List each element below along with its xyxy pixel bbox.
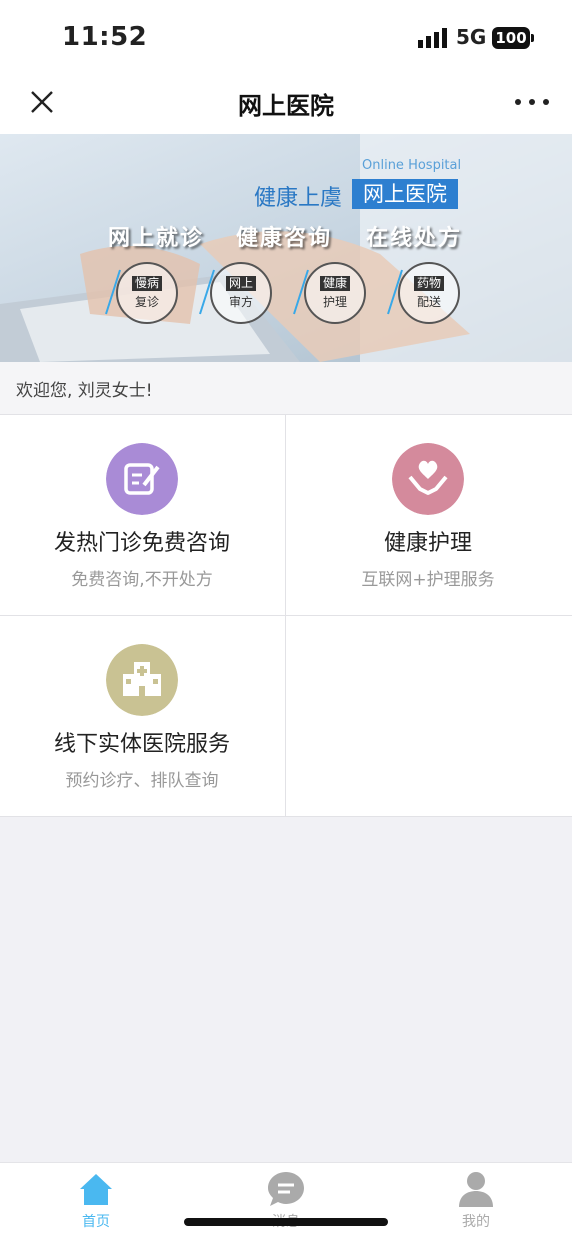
service-fever-consult[interactable]: 发热门诊免费咨询 免费咨询,不开处方 [0, 415, 284, 615]
feature-badge: 网上 审方 [210, 262, 272, 324]
slash-decoration-icon [387, 269, 403, 315]
feature-badge-label: 药物 [413, 276, 444, 291]
banner-brand: 健康上虞 [254, 186, 343, 211]
home-icon [80, 1174, 112, 1205]
service-title: 发热门诊免费咨询 [53, 531, 230, 556]
banner-slogan: 健康咨询 [236, 226, 333, 251]
heart-hands-icon [392, 443, 464, 515]
slash-decoration-icon [199, 269, 215, 315]
edit-note-icon [106, 443, 178, 515]
user-icon [459, 1172, 493, 1207]
feature-badge: 健康 护理 [304, 262, 366, 324]
status-time: 11:52 [62, 22, 148, 52]
tab-label: 首页 [82, 1214, 110, 1230]
feature-badge-sublabel: 复诊 [134, 295, 159, 309]
service-subtitle: 互联网+护理服务 [361, 570, 495, 590]
tab-bar: 首页 消息 我的 [0, 1162, 572, 1239]
welcome-text: 欢迎您, 刘灵女士! [16, 381, 153, 401]
banner-slogan: 在线处方 [366, 226, 463, 251]
service-subtitle: 预约诊疗、排队查询 [65, 771, 219, 791]
service-health-care[interactable]: 健康护理 互联网+护理服务 [286, 415, 570, 615]
banner-slogan: 网上就诊 [108, 226, 205, 251]
page-title: 网上医院 [238, 92, 334, 120]
feature-badge-sublabel: 护理 [322, 295, 347, 309]
service-title: 健康护理 [383, 531, 472, 556]
banner-subtitle-en: Online Hospital [362, 158, 462, 173]
feature-badge-sublabel: 配送 [416, 295, 441, 309]
status-bar: 11:52 5G 100 [0, 0, 572, 76]
battery-tip [531, 34, 534, 42]
tab-home[interactable]: 首页 [36, 1169, 156, 1231]
hospital-building-icon [106, 644, 178, 716]
network-type: 5G [456, 25, 487, 49]
battery-icon: 100 [492, 27, 530, 49]
tab-label: 我的 [462, 1214, 490, 1230]
feature-badge-label: 网上 [225, 276, 256, 291]
feature-badge: 慢病 复诊 [116, 262, 178, 324]
feature-badge: 药物 配送 [398, 262, 460, 324]
service-offline-hospital[interactable]: 线下实体医院服务 预约诊疗、排队查询 [0, 616, 284, 816]
feature-badge-label: 慢病 [131, 276, 162, 291]
grid-divider [0, 816, 572, 817]
feature-badge-label: 健康 [319, 276, 350, 291]
grid-divider [0, 615, 572, 616]
welcome-bar: 欢迎您, 刘灵女士! [0, 362, 572, 415]
service-subtitle: 免费咨询,不开处方 [71, 570, 213, 590]
slash-decoration-icon [293, 269, 309, 315]
banner-badge: 网上医院 [352, 179, 458, 209]
service-title: 线下实体医院服务 [53, 732, 230, 757]
chat-icon [268, 1172, 304, 1206]
more-icon[interactable] [512, 96, 552, 108]
service-grid: 发热门诊免费咨询 免费咨询,不开处方 健康护理 互联网+护理服务 线下实体医院服… [0, 415, 572, 817]
feature-badge-sublabel: 审方 [228, 295, 253, 309]
grid-divider [285, 415, 286, 817]
signal-icon [418, 28, 447, 48]
promo-banner[interactable]: Online Hospital 健康上虞 网上医院 网上就诊 健康咨询 在线处方… [0, 134, 572, 362]
home-indicator[interactable] [184, 1218, 388, 1226]
tab-profile[interactable]: 我的 [416, 1169, 536, 1231]
slash-decoration-icon [105, 269, 121, 315]
nav-bar: 网上医院 [0, 76, 572, 134]
